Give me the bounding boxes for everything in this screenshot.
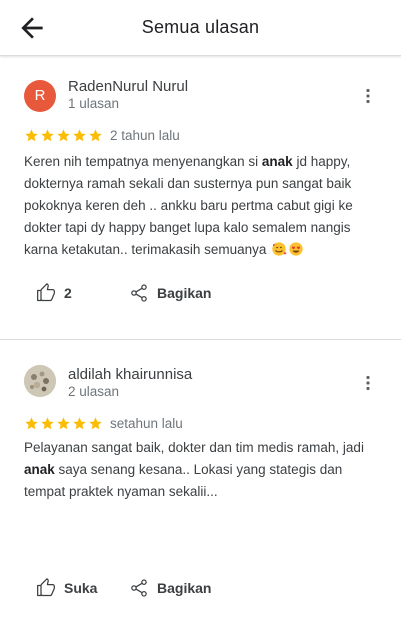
like-button[interactable]: 2 <box>36 281 72 305</box>
review-date: 2 tahun lalu <box>110 128 180 143</box>
avatar[interactable] <box>24 365 56 397</box>
share-icon <box>131 284 147 302</box>
share-icon <box>131 579 147 597</box>
star-icon <box>73 129 86 142</box>
highlighted-keyword: anak <box>261 154 293 169</box>
thumb-up-icon <box>37 578 55 597</box>
top-app-bar: Semua ulasan <box>0 0 401 56</box>
star-icon <box>57 129 70 142</box>
star-icon <box>41 417 54 430</box>
share-label: Bagikan <box>157 285 212 301</box>
like-count: 2 <box>64 285 72 301</box>
star-icon <box>73 417 86 430</box>
review-text-part: Pelayanan sangat baik, dokter dan tim me… <box>24 440 364 455</box>
author-name[interactable]: RadenNurul Nurul <box>68 78 188 95</box>
share-button[interactable]: Bagikan <box>129 576 211 600</box>
star-icon <box>41 129 54 142</box>
star-icon <box>25 129 38 142</box>
review-text: Pelayanan sangat baik, dokter dan tim me… <box>24 437 379 503</box>
review-date: setahun lalu <box>110 416 183 431</box>
highlighted-keyword: anak <box>24 462 55 477</box>
like-button[interactable]: Suka <box>36 576 97 600</box>
review-card: aldilah khairunnisa 2 ulasan setahun lal… <box>0 341 401 622</box>
share-label: Bagikan <box>157 580 212 596</box>
review-card: R RadenNurul Nurul 1 ulasan 2 tahun lalu… <box>0 57 401 340</box>
review-text-part: saya senang kesana.. Lokasi yang stategi… <box>24 462 343 499</box>
star-icon <box>57 417 70 430</box>
review-text-part: Keren nih tempatnya menyenangkan si <box>24 154 262 169</box>
smiling-face-with-hearts-icon <box>272 242 287 256</box>
star-icon <box>25 417 38 430</box>
profile-photo <box>24 365 56 397</box>
more-vert-icon <box>366 88 370 104</box>
heart-eyes-icon <box>289 242 303 256</box>
author-review-count: 1 ulasan <box>68 96 120 111</box>
star-icon <box>89 417 102 430</box>
avatar[interactable]: R <box>24 80 56 112</box>
star-icon <box>89 129 102 142</box>
star-rating <box>24 416 103 432</box>
author-review-count: 2 ulasan <box>68 384 120 399</box>
review-text: Keren nih tempatnya menyenangkan si anak… <box>24 151 379 261</box>
page-title: Semua ulasan <box>141 17 260 37</box>
author-name[interactable]: aldilah khairunnisa <box>68 366 192 383</box>
star-rating <box>24 128 103 144</box>
like-label: Suka <box>64 580 98 596</box>
more-vert-icon <box>366 375 370 391</box>
thumb-up-icon <box>37 283 55 302</box>
share-button[interactable]: Bagikan <box>129 281 211 305</box>
more-options-button[interactable] <box>356 371 380 395</box>
more-options-button[interactable] <box>356 84 380 108</box>
